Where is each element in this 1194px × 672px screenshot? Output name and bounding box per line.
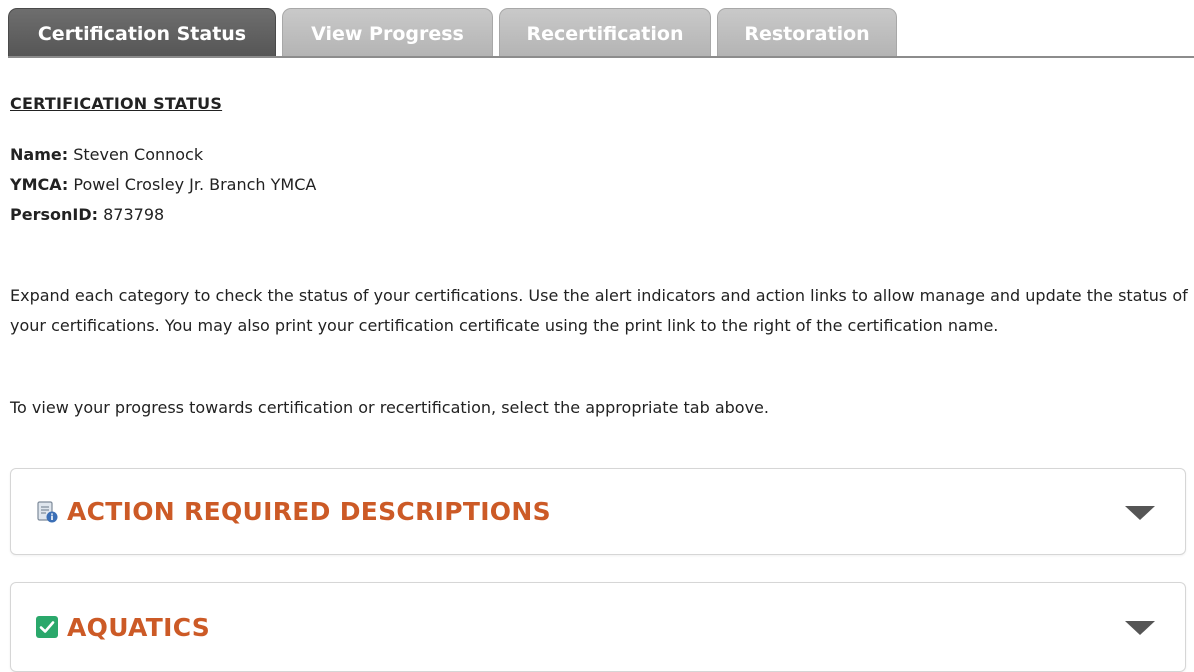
ymca-value: Powel Crosley Jr. Branch YMCA — [73, 175, 317, 194]
panel-action-required[interactable]: ACTION REQUIRED DESCRIPTIONS — [10, 468, 1186, 555]
person-id-label: PersonID: — [10, 205, 99, 224]
panel-title: AQUATICS — [67, 612, 211, 642]
chevron-down-icon[interactable] — [1125, 505, 1155, 520]
tab-restoration[interactable]: Restoration — [717, 8, 897, 58]
panel-aquatics[interactable]: AQUATICS — [10, 582, 1186, 672]
tab-certification-status[interactable]: Certification Status — [8, 8, 276, 58]
name-value: Steven Connock — [73, 145, 204, 164]
checkbox-checked-icon — [35, 615, 59, 639]
ymca-label: YMCA: — [10, 175, 69, 194]
chevron-down-icon[interactable] — [1125, 621, 1155, 635]
section-title: CERTIFICATION STATUS — [10, 94, 223, 113]
panel-title: ACTION REQUIRED DESCRIPTIONS — [67, 497, 551, 526]
profile-person-id: PersonID: 873798 — [10, 205, 164, 224]
progress-hint-paragraph: To view your progress towards certificat… — [10, 398, 769, 417]
name-label: Name: — [10, 145, 69, 164]
profile-ymca: YMCA: Powel Crosley Jr. Branch YMCA — [10, 175, 316, 194]
tab-recertification[interactable]: Recertification — [499, 8, 711, 58]
profile-name: Name: Steven Connock — [10, 145, 203, 164]
person-id-value: 873798 — [103, 205, 165, 224]
tab-bar: Certification Status View Progress Recer… — [8, 8, 1194, 58]
tab-view-progress[interactable]: View Progress — [282, 8, 493, 58]
instructions-paragraph: Expand each category to check the status… — [10, 286, 1188, 335]
document-info-icon — [35, 500, 59, 524]
